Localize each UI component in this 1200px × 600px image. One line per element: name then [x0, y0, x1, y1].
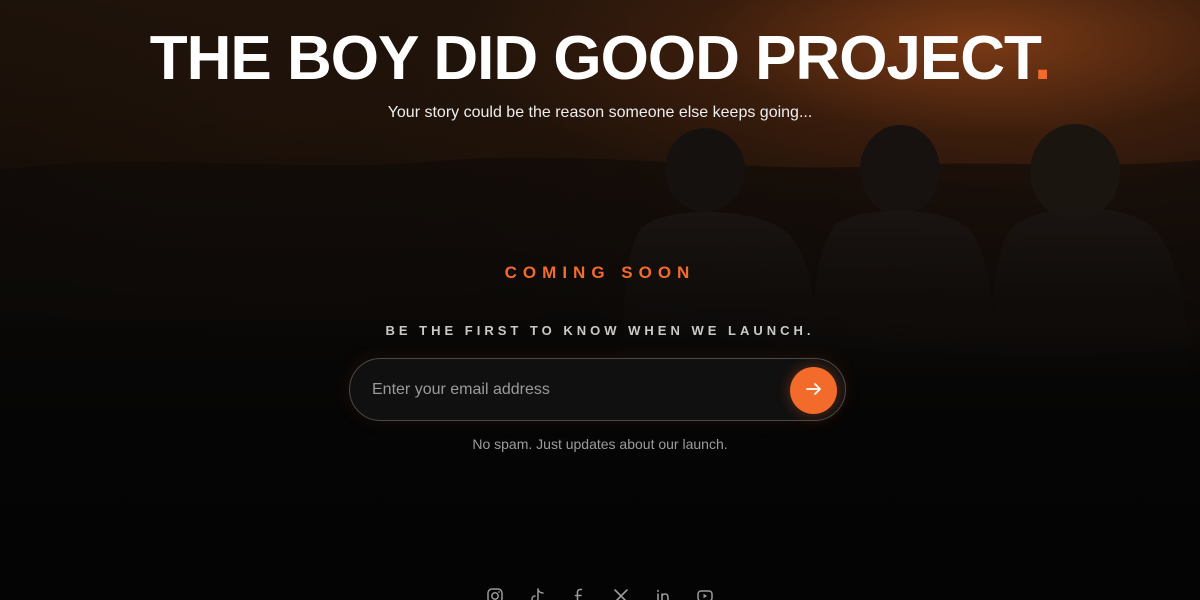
- facebook-icon[interactable]: [569, 586, 589, 600]
- tiktok-icon[interactable]: [527, 586, 547, 600]
- email-input[interactable]: [372, 359, 772, 420]
- linkedin-icon[interactable]: [653, 586, 673, 600]
- arrow-right-icon: [805, 380, 823, 401]
- launch-tagline: BE THE FIRST TO KNOW WHEN WE LAUNCH.: [385, 323, 815, 338]
- page-title: THE BOY DID GOOD PROJECT.: [0, 24, 1200, 94]
- signup-note: No spam. Just updates about our launch.: [472, 436, 728, 452]
- social-links: [0, 586, 1200, 600]
- submit-button[interactable]: [790, 367, 837, 414]
- email-signup-form: [349, 358, 846, 421]
- hero-header: THE BOY DID GOOD PROJECT. Your story cou…: [0, 24, 1200, 122]
- instagram-icon[interactable]: [485, 586, 505, 600]
- x-icon[interactable]: [611, 586, 631, 600]
- page-title-text: THE BOY DID GOOD PROJECT: [149, 24, 1035, 93]
- youtube-icon[interactable]: [695, 586, 715, 600]
- coming-soon-label: COMING SOON: [504, 263, 696, 282]
- hero-subtitle: Your story could be the reason someone e…: [387, 104, 813, 121]
- page-title-accent-dot: .: [1034, 24, 1051, 93]
